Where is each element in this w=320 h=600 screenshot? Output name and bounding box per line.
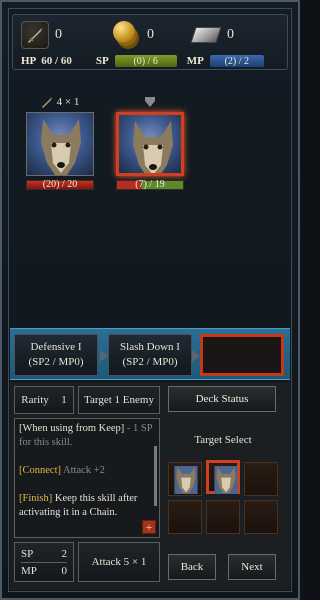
- skill-name: Slash Down I: [120, 341, 180, 353]
- metal-ingot-icon: [190, 21, 222, 49]
- mp-bar: (2) / 2: [209, 55, 264, 67]
- hp-label: HP: [21, 55, 37, 67]
- target-slot-3[interactable]: [244, 462, 278, 496]
- cost-box: SP 2 MP 0: [14, 542, 74, 582]
- rarity-box: Rarity 1: [14, 386, 74, 414]
- enemy-hp: (7) / 19: [135, 179, 165, 190]
- target-select-title: Target Select: [194, 434, 252, 446]
- ingot-count: 0: [227, 27, 234, 42]
- wolf-icon: [41, 119, 81, 175]
- attack-info: Attack 5 × 1: [78, 542, 160, 582]
- enemy-intent: [116, 94, 184, 110]
- sp-label: SP: [95, 55, 109, 67]
- sword-icon: [41, 97, 52, 108]
- rarity-label: Rarity: [21, 394, 49, 406]
- target-slot-6[interactable]: [244, 500, 278, 534]
- skill-card-defensive[interactable]: Defensive I (SP2 / MP0): [14, 334, 98, 376]
- skill-description: [When using from Keep] - 1 SP for this s…: [14, 418, 160, 538]
- target-slot-5[interactable]: [206, 500, 240, 534]
- target-slot-4[interactable]: [168, 500, 202, 534]
- mp-label: MP: [186, 55, 204, 67]
- target-slot-1[interactable]: [168, 462, 202, 496]
- gold-resource: 0: [113, 21, 154, 49]
- desc-finish: [Finish] Keep this skill after activatin…: [19, 493, 138, 518]
- skill-cost: (SP2 / MP0): [28, 356, 84, 368]
- skill-slot-empty[interactable]: [200, 334, 284, 376]
- hp-value: 60 / 60: [41, 55, 72, 67]
- target-info: Target 1 Enemy: [78, 386, 160, 414]
- weapon-resource: 0: [21, 21, 62, 49]
- description-scrollbar[interactable]: [154, 446, 157, 506]
- enemy-hp-bar: (20) / 20: [26, 179, 94, 190]
- weapon-count: 0: [55, 27, 62, 42]
- enemy-portrait[interactable]: [26, 112, 94, 176]
- gold-count: 0: [147, 27, 154, 42]
- desc-keep: [When using from Keep] - 1 SP for this s…: [19, 423, 153, 448]
- ingot-resource: 0: [190, 21, 234, 49]
- next-button[interactable]: Next: [228, 554, 276, 580]
- deck-status-label: Deck Status: [195, 393, 249, 405]
- attack-text: Attack 5 × 1: [91, 556, 147, 568]
- sp-value: (0) / 6: [133, 55, 158, 67]
- wolf-icon: [214, 466, 238, 494]
- wolf-icon: [174, 466, 198, 494]
- enemy-portrait-selected[interactable]: [116, 112, 184, 176]
- wolf-icon: [133, 121, 173, 173]
- chain-arrow-icon: [100, 350, 108, 362]
- sword-icon: [21, 21, 49, 49]
- enemy-intent: 4 × 1: [26, 94, 94, 110]
- stat-row: HP 60 / 60 SP (0) / 6 MP (2) / 2: [21, 53, 279, 69]
- chain-arrow-icon: [192, 350, 200, 362]
- mp-value: (2) / 2: [224, 55, 250, 67]
- skill-name: Defensive I: [30, 341, 82, 353]
- skill-card-slash-down[interactable]: Slash Down I (SP2 / MP0): [108, 334, 192, 376]
- shield-icon: [145, 97, 155, 107]
- desc-connect: [Connect] Attack +2: [19, 465, 105, 476]
- back-button[interactable]: Back: [168, 554, 216, 580]
- resource-bar: 0 0 0 HP 60 / 60 SP (0) / 6 MP (2) / 2: [12, 14, 288, 70]
- intent-text: 4 × 1: [56, 96, 80, 108]
- sp-cost: SP 2: [21, 546, 67, 563]
- target-slot-2-selected[interactable]: [206, 460, 240, 494]
- target-label: Target 1 Enemy: [84, 394, 154, 406]
- skill-chain-strip: Defensive I (SP2 / MP0) Slash Down I (SP…: [10, 328, 290, 380]
- deck-status-button[interactable]: Deck Status: [168, 386, 276, 412]
- coin-stack-icon: [113, 21, 141, 49]
- enemy-hp-bar: (7) / 19: [116, 179, 184, 190]
- mp-cost: MP 0: [21, 564, 67, 577]
- skill-cost: (SP2 / MP0): [122, 356, 178, 368]
- enemy-hp: (20) / 20: [42, 179, 78, 190]
- rarity-value: 1: [61, 394, 67, 406]
- sp-bar: (0) / 6: [114, 55, 177, 67]
- expand-plus-button[interactable]: +: [142, 520, 156, 534]
